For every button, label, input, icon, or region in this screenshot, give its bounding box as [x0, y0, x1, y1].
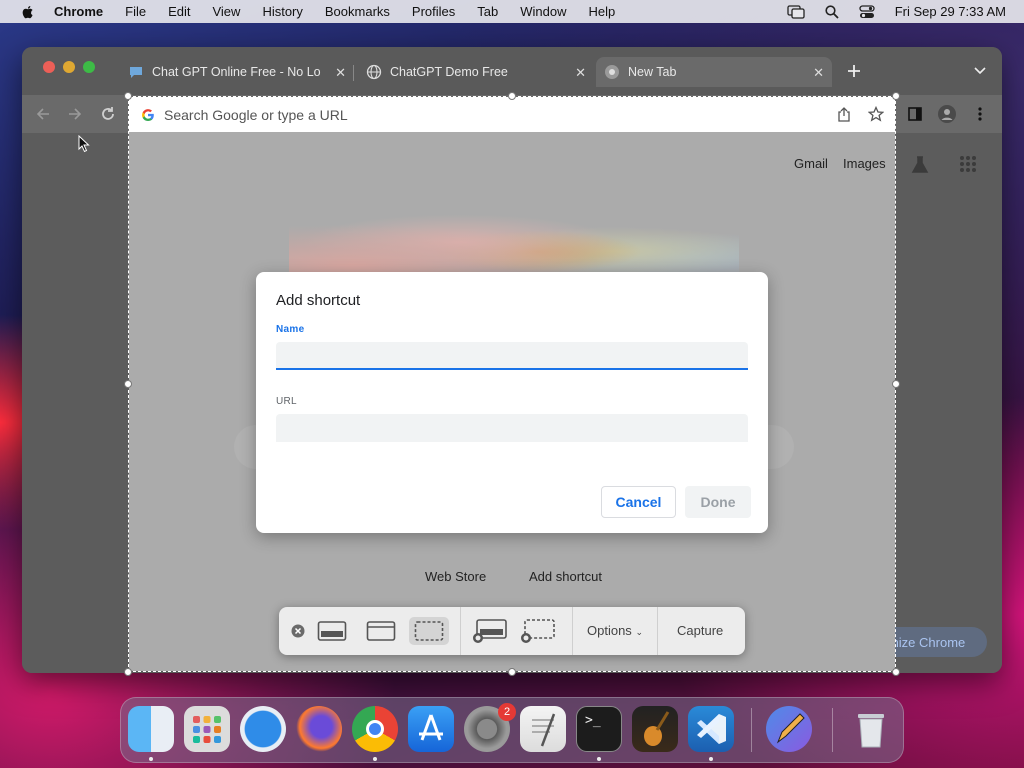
selection-handle[interactable]	[508, 92, 516, 100]
window-capture-icon	[366, 621, 396, 641]
mouse-cursor-icon	[78, 135, 90, 153]
capture-window-button[interactable]	[366, 617, 396, 645]
close-tab-icon[interactable]: ✕	[575, 65, 586, 81]
safari-icon[interactable]	[240, 706, 286, 752]
menu-window[interactable]: Window	[520, 4, 566, 19]
menu-tab[interactable]: Tab	[477, 4, 498, 19]
notification-badge: 2	[498, 703, 516, 721]
screen-mirroring-icon[interactable]	[787, 4, 805, 19]
zoom-window-button[interactable]	[83, 61, 95, 73]
side-panel-icon[interactable]	[908, 107, 922, 121]
running-indicator	[597, 757, 601, 761]
record-screen-icon	[473, 619, 507, 643]
tab-separator	[353, 65, 354, 81]
selection-handle[interactable]	[892, 380, 900, 388]
entire-screen-icon	[317, 621, 347, 641]
selection-handle[interactable]	[124, 92, 132, 100]
menubar-clock[interactable]: Fri Sep 29 7:33 AM	[895, 4, 1006, 19]
close-window-button[interactable]	[43, 61, 55, 73]
tab-new-tab[interactable]: New Tab ✕	[596, 57, 832, 87]
dock-separator	[751, 708, 752, 752]
name-input[interactable]	[276, 342, 748, 370]
close-screenshot-icon[interactable]	[291, 624, 305, 638]
running-indicator	[149, 757, 153, 761]
menu-history[interactable]: History	[262, 4, 302, 19]
selection-handle[interactable]	[892, 92, 900, 100]
record-selected-portion-button[interactable]	[520, 617, 556, 645]
dialog-title: Add shortcut	[276, 292, 361, 309]
tab-search-chevron-icon[interactable]	[974, 67, 986, 75]
forward-arrow-icon[interactable]	[68, 107, 82, 121]
url-field-label: URL	[276, 396, 297, 407]
menu-app-name[interactable]: Chrome	[54, 4, 103, 19]
reload-icon[interactable]	[100, 106, 116, 122]
menu-bar: Chrome File Edit View History Bookmarks …	[0, 0, 1024, 23]
screenshot-toolbar: Options ⌄ Capture	[279, 607, 745, 655]
capture-selected-portion-button[interactable]	[409, 617, 449, 645]
menu-file[interactable]: File	[125, 4, 146, 19]
tab-chat-gpt-online[interactable]: Chat GPT Online Free - No Lo ✕	[124, 57, 354, 87]
back-arrow-icon[interactable]	[36, 107, 50, 121]
tab-title: New Tab	[628, 65, 677, 79]
textedit-icon[interactable]	[520, 706, 566, 752]
chrome-icon	[605, 65, 619, 79]
new-tab-plus-icon[interactable]	[847, 64, 861, 78]
dock-separator	[832, 708, 833, 752]
trash-icon[interactable]	[848, 706, 894, 752]
pencil-app-icon[interactable]	[766, 706, 812, 752]
minimize-window-button[interactable]	[63, 61, 75, 73]
google-apps-grid-icon[interactable]	[959, 155, 977, 173]
capture-button[interactable]: Capture	[677, 623, 723, 638]
close-tab-icon[interactable]: ✕	[813, 65, 824, 81]
url-input[interactable]	[276, 414, 748, 442]
menu-view[interactable]: View	[212, 4, 240, 19]
selection-handle[interactable]	[124, 668, 132, 676]
app-store-icon[interactable]	[408, 706, 454, 752]
globe-icon	[366, 64, 382, 80]
chat-bubble-icon	[130, 67, 142, 78]
tab-chatgpt-demo[interactable]: ChatGPT Demo Free ✕	[362, 57, 594, 87]
spotlight-search-icon[interactable]	[825, 4, 839, 19]
capture-entire-screen-button[interactable]	[317, 617, 347, 645]
add-shortcut-dialog: Add shortcut Name URL Cancel Done	[256, 272, 768, 533]
cancel-button[interactable]: Cancel	[601, 486, 676, 518]
garageband-icon[interactable]	[632, 706, 678, 752]
dock: 2 >_	[120, 697, 904, 763]
vscode-icon[interactable]	[688, 706, 734, 752]
finder-icon[interactable]	[128, 706, 174, 752]
selection-handle[interactable]	[892, 668, 900, 676]
options-menu[interactable]: Options ⌄	[587, 623, 643, 638]
profile-avatar-icon[interactable]	[938, 105, 956, 123]
menu-edit[interactable]: Edit	[168, 4, 190, 19]
running-indicator	[373, 757, 377, 761]
close-tab-icon[interactable]: ✕	[335, 65, 346, 81]
more-options-icon[interactable]	[977, 106, 983, 122]
chrome-dock-icon[interactable]	[352, 706, 398, 752]
selection-capture-icon	[414, 621, 444, 641]
tab-title: ChatGPT Demo Free	[390, 65, 508, 79]
menu-help[interactable]: Help	[589, 4, 616, 19]
toolbar-divider	[572, 607, 573, 655]
toolbar-divider	[657, 607, 658, 655]
running-indicator	[709, 757, 713, 761]
toolbar-divider	[460, 607, 461, 655]
labs-flask-icon[interactable]	[910, 155, 930, 175]
firefox-icon[interactable]	[296, 706, 342, 752]
record-entire-screen-button[interactable]	[472, 617, 508, 645]
record-selection-icon	[521, 619, 555, 643]
name-field-label: Name	[276, 324, 305, 335]
terminal-icon[interactable]: >_	[576, 706, 622, 752]
options-chevron-icon: ⌄	[635, 627, 643, 637]
tab-strip: Chat GPT Online Free - No Lo ✕ ChatGPT D…	[22, 47, 1002, 95]
selection-handle[interactable]	[508, 668, 516, 676]
control-center-icon[interactable]	[859, 4, 875, 19]
apple-icon[interactable]	[20, 4, 36, 20]
selection-handle[interactable]	[124, 380, 132, 388]
launchpad-icon[interactable]	[184, 706, 230, 752]
tab-title: Chat GPT Online Free - No Lo	[152, 65, 321, 79]
menu-profiles[interactable]: Profiles	[412, 4, 455, 19]
menu-bookmarks[interactable]: Bookmarks	[325, 4, 390, 19]
options-label: Options	[587, 623, 632, 638]
done-button[interactable]: Done	[685, 486, 751, 518]
